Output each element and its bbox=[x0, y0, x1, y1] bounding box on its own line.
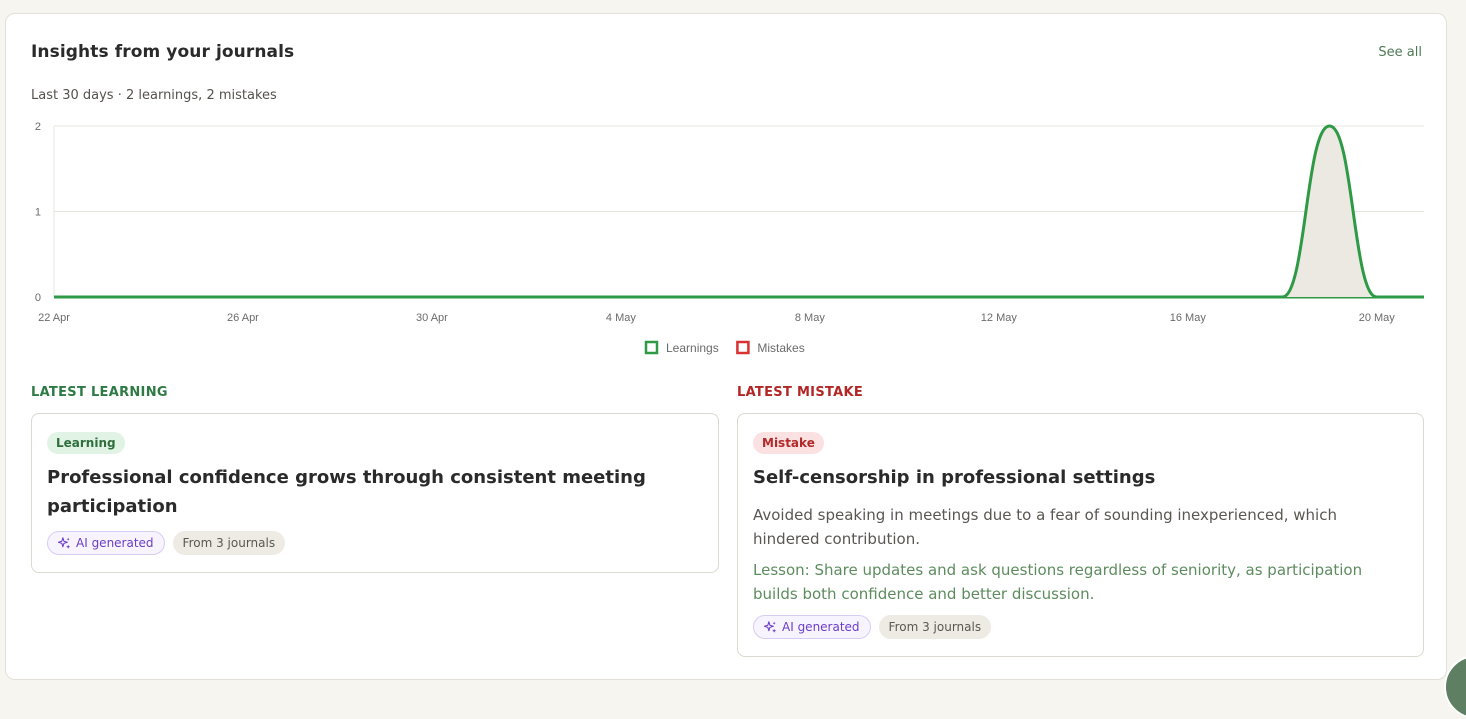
legend-label: Learnings bbox=[666, 341, 719, 355]
latest-learning-card[interactable]: Learning Professional confidence grows t… bbox=[31, 413, 719, 573]
floating-action-button[interactable] bbox=[1444, 655, 1466, 719]
see-all-link[interactable]: See all bbox=[1378, 45, 1422, 60]
legend-swatch bbox=[644, 340, 659, 355]
x-tick-label: 4 May bbox=[606, 312, 636, 324]
latest-learning-label: LATEST LEARNING bbox=[31, 385, 168, 400]
mistake-chips: AI generated From 3 journals bbox=[753, 615, 992, 639]
y-tick-label: 1 bbox=[35, 207, 41, 219]
learning-tag: Learning bbox=[47, 432, 125, 454]
journals-count-chip: From 3 journals bbox=[172, 531, 286, 555]
latest-mistake-label: LATEST MISTAKE bbox=[737, 385, 864, 400]
mistake-description: Avoided speaking in meetings due to a fe… bbox=[753, 506, 1337, 548]
x-tick-label: 8 May bbox=[795, 312, 825, 324]
mistake-title: Self-censorship in professional settings bbox=[753, 467, 1156, 488]
x-tick-label: 16 May bbox=[1170, 312, 1207, 324]
y-tick-label: 0 bbox=[35, 292, 41, 304]
mistake-lesson: Lesson: Share updates and ask questions … bbox=[753, 561, 1363, 603]
x-tick-label: 30 Apr bbox=[416, 312, 448, 324]
legend-label: Mistakes bbox=[757, 341, 804, 355]
x-tick-label: 26 Apr bbox=[227, 312, 259, 324]
y-tick-label: 2 bbox=[35, 121, 41, 133]
card-title: Insights from your journals bbox=[31, 42, 295, 62]
x-tick-label: 12 May bbox=[981, 312, 1018, 324]
journals-count-chip: From 3 journals bbox=[878, 615, 992, 639]
ai-generated-chip: AI generated bbox=[47, 531, 165, 555]
sparkle-icon bbox=[58, 536, 71, 549]
mistake-tag: Mistake bbox=[753, 432, 824, 454]
card-subtitle: Last 30 days · 2 learnings, 2 mistakes bbox=[31, 88, 277, 103]
learning-chips: AI generated From 3 journals bbox=[47, 531, 286, 555]
insights-card: Insights from your journals See all Last… bbox=[5, 13, 1447, 680]
ai-generated-label: AI generated bbox=[782, 620, 860, 634]
legend-swatch bbox=[736, 340, 750, 355]
ai-generated-chip: AI generated bbox=[753, 615, 871, 639]
learning-title: Professional confidence grows through co… bbox=[47, 467, 646, 517]
x-tick-label: 22 Apr bbox=[38, 312, 70, 324]
latest-mistake-card[interactable]: Mistake Self-censorship in professional … bbox=[737, 413, 1424, 657]
insights-chart: 0 1 2 22 Apr 26 Apr 30 Apr 4 May 8 May 12 May 16 … bbox=[35, 121, 1424, 355]
ai-generated-label: AI generated bbox=[76, 536, 154, 550]
x-tick-label: 20 May bbox=[1359, 312, 1396, 324]
sparkle-icon bbox=[764, 620, 777, 633]
